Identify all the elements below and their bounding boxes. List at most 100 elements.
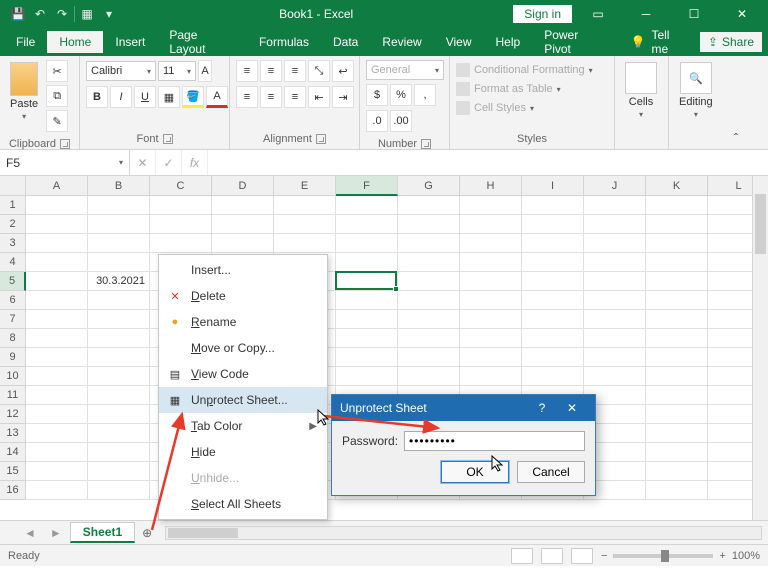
cell[interactable] bbox=[522, 329, 584, 348]
page-layout-view-button[interactable] bbox=[541, 548, 563, 564]
cell[interactable] bbox=[88, 405, 150, 424]
format-as-table-button[interactable]: Format as Table▾ bbox=[456, 81, 561, 97]
cell[interactable] bbox=[274, 196, 336, 215]
cell[interactable] bbox=[26, 462, 88, 481]
accounting-button[interactable]: $ bbox=[366, 84, 388, 106]
cells-button[interactable]: Cells▾ bbox=[621, 60, 661, 121]
decrease-decimal-button[interactable]: .00 bbox=[390, 110, 412, 132]
cell[interactable] bbox=[584, 196, 646, 215]
column-header[interactable]: G bbox=[398, 176, 460, 196]
increase-font-button[interactable]: A bbox=[198, 60, 212, 82]
column-header[interactable]: D bbox=[212, 176, 274, 196]
fill-color-button[interactable]: 🪣 bbox=[182, 86, 204, 108]
row-header[interactable]: 4 bbox=[0, 253, 26, 272]
row-header[interactable]: 12 bbox=[0, 405, 26, 424]
ctx-unprotect-sheet[interactable]: ▦Unprotect Sheet... bbox=[159, 387, 327, 413]
cell[interactable] bbox=[460, 310, 522, 329]
cell[interactable]: 30.3.2021 bbox=[88, 272, 150, 291]
new-sheet-button[interactable]: ⊕ bbox=[137, 523, 157, 543]
row-header[interactable]: 6 bbox=[0, 291, 26, 310]
column-header[interactable]: F bbox=[336, 176, 398, 196]
cell[interactable] bbox=[460, 215, 522, 234]
font-color-button[interactable]: A bbox=[206, 86, 228, 108]
cell[interactable] bbox=[88, 196, 150, 215]
row-header[interactable]: 13 bbox=[0, 424, 26, 443]
cell[interactable] bbox=[150, 196, 212, 215]
select-all-button[interactable] bbox=[0, 176, 26, 196]
tab-file[interactable]: File bbox=[4, 31, 47, 53]
qat-customize-icon[interactable]: ▾ bbox=[99, 4, 119, 24]
number-dialog-launcher[interactable] bbox=[421, 139, 431, 149]
conditional-formatting-button[interactable]: Conditional Formatting▾ bbox=[456, 62, 593, 78]
cancel-button[interactable]: Cancel bbox=[517, 461, 585, 483]
cell[interactable] bbox=[212, 196, 274, 215]
cell[interactable] bbox=[522, 272, 584, 291]
cell[interactable] bbox=[26, 196, 88, 215]
cell[interactable] bbox=[460, 348, 522, 367]
cell[interactable] bbox=[646, 291, 708, 310]
collapse-ribbon-button[interactable]: ˆ bbox=[727, 56, 745, 149]
cell[interactable] bbox=[398, 367, 460, 386]
cell[interactable] bbox=[584, 272, 646, 291]
password-input[interactable] bbox=[404, 431, 585, 451]
row-header[interactable]: 2 bbox=[0, 215, 26, 234]
dialog-titlebar[interactable]: Unprotect Sheet ? ✕ bbox=[332, 395, 595, 421]
cell[interactable] bbox=[88, 329, 150, 348]
tab-formulas[interactable]: Formulas bbox=[247, 31, 321, 53]
cell[interactable] bbox=[26, 481, 88, 500]
column-header[interactable]: C bbox=[150, 176, 212, 196]
cell[interactable] bbox=[26, 253, 88, 272]
row-header[interactable]: 5 bbox=[0, 272, 26, 291]
cell[interactable] bbox=[646, 386, 708, 405]
cell[interactable] bbox=[88, 253, 150, 272]
cell[interactable] bbox=[88, 386, 150, 405]
dialog-close-button[interactable]: ✕ bbox=[557, 401, 587, 415]
ok-button[interactable]: OK bbox=[441, 461, 509, 483]
row-header[interactable]: 8 bbox=[0, 329, 26, 348]
column-header[interactable]: A bbox=[26, 176, 88, 196]
cell[interactable] bbox=[646, 367, 708, 386]
cell[interactable] bbox=[26, 424, 88, 443]
cell[interactable] bbox=[336, 291, 398, 310]
align-middle-button[interactable]: ≡ bbox=[260, 60, 282, 82]
tab-data[interactable]: Data bbox=[321, 31, 370, 53]
underline-button[interactable]: U bbox=[134, 86, 156, 108]
bold-button[interactable]: B bbox=[86, 86, 108, 108]
name-box[interactable]: F5▾ bbox=[0, 150, 130, 175]
font-size-dropdown[interactable]: 11▾ bbox=[158, 61, 196, 81]
increase-decimal-button[interactable]: .0 bbox=[366, 110, 388, 132]
row-header[interactable]: 10 bbox=[0, 367, 26, 386]
font-dialog-launcher[interactable] bbox=[163, 134, 173, 144]
row-header[interactable]: 16 bbox=[0, 481, 26, 500]
cell[interactable] bbox=[398, 272, 460, 291]
undo-icon[interactable]: ↶ bbox=[30, 4, 50, 24]
cell[interactable] bbox=[646, 329, 708, 348]
alignment-dialog-launcher[interactable] bbox=[316, 134, 326, 144]
sheet-nav-prev[interactable]: ◄ bbox=[18, 526, 42, 540]
cell[interactable] bbox=[522, 234, 584, 253]
cell[interactable] bbox=[26, 291, 88, 310]
cell[interactable] bbox=[584, 367, 646, 386]
ctx-select-all-sheets[interactable]: Select All Sheets bbox=[159, 491, 327, 517]
wrap-text-button[interactable]: ↩ bbox=[332, 60, 354, 82]
cell[interactable] bbox=[26, 215, 88, 234]
cell[interactable] bbox=[460, 329, 522, 348]
cell[interactable] bbox=[646, 272, 708, 291]
cell[interactable] bbox=[460, 367, 522, 386]
row-header[interactable]: 15 bbox=[0, 462, 26, 481]
align-center-button[interactable]: ≡ bbox=[260, 86, 282, 108]
cell[interactable] bbox=[584, 234, 646, 253]
cell[interactable] bbox=[88, 424, 150, 443]
cell[interactable] bbox=[584, 215, 646, 234]
cell[interactable] bbox=[26, 329, 88, 348]
cell[interactable] bbox=[398, 310, 460, 329]
cell[interactable] bbox=[398, 253, 460, 272]
cell[interactable] bbox=[460, 272, 522, 291]
cell[interactable] bbox=[398, 348, 460, 367]
cell[interactable] bbox=[646, 462, 708, 481]
column-header[interactable]: J bbox=[584, 176, 646, 196]
zoom-slider[interactable] bbox=[613, 554, 713, 558]
format-painter-button[interactable]: ✎ bbox=[46, 110, 68, 132]
cell[interactable] bbox=[88, 310, 150, 329]
tab-review[interactable]: Review bbox=[370, 31, 433, 53]
